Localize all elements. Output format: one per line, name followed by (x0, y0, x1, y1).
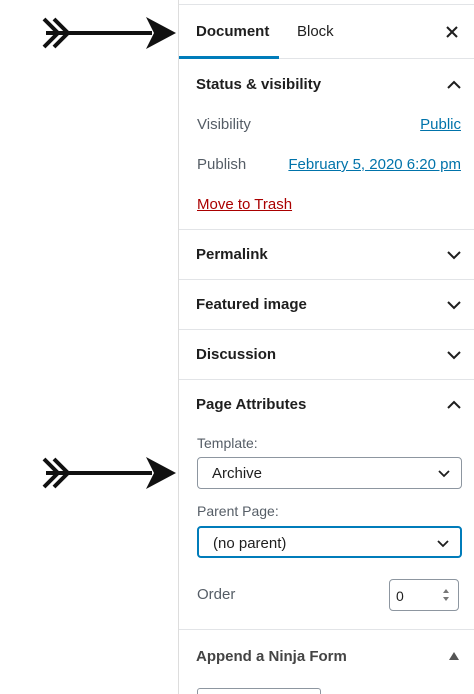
close-icon (446, 26, 458, 38)
panel-discussion[interactable]: Discussion (179, 330, 474, 380)
panel-ninja-form: Append a Ninja Form (179, 630, 474, 694)
order-label: Order (197, 586, 236, 603)
panel-status-visibility: Status & visibility Visibility Public Pu… (179, 59, 474, 230)
panel-title[interactable]: Featured image (196, 296, 307, 313)
panel-title[interactable]: Status & visibility (196, 76, 321, 93)
panel-title[interactable]: Discussion (196, 346, 276, 363)
publish-date-toggle[interactable]: February 5, 2020 6:20 pm (288, 156, 461, 173)
document-settings-sidebar: Document Block Status & visibility Visib… (178, 0, 474, 694)
visibility-toggle[interactable]: Public (420, 116, 461, 133)
order-input[interactable]: 0 (389, 579, 459, 611)
parent-page-label: Parent Page: (197, 503, 279, 519)
move-to-trash-link[interactable]: Move to Trash (197, 196, 292, 213)
chevron-down-icon[interactable] (446, 347, 462, 363)
arrow-right-icon (40, 13, 176, 53)
chevron-down-icon[interactable] (446, 247, 462, 263)
panel-page-attributes: Page Attributes Template: Archive Parent… (179, 380, 474, 630)
chevron-down-icon (436, 536, 450, 550)
arrow-right-icon (40, 453, 176, 493)
panel-title[interactable]: Permalink (196, 246, 268, 263)
panel-permalink[interactable]: Permalink (179, 230, 474, 280)
triangle-up-icon[interactable] (449, 652, 459, 660)
template-select-value: Archive (212, 465, 263, 482)
order-value: 0 (396, 588, 404, 604)
panel-title[interactable]: Append a Ninja Form (196, 648, 347, 665)
panel-featured-image[interactable]: Featured image (179, 280, 474, 330)
chevron-down-icon (437, 466, 451, 480)
ninja-form-button[interactable] (197, 688, 321, 694)
panel-title[interactable]: Page Attributes (196, 396, 306, 413)
template-select[interactable]: Archive (197, 457, 462, 489)
close-button[interactable] (441, 21, 463, 43)
chevron-down-icon[interactable] (446, 297, 462, 313)
parent-page-select[interactable]: (no parent) (197, 526, 462, 558)
template-label: Template: (197, 435, 258, 451)
chevron-up-icon[interactable] (446, 77, 462, 93)
tab-document[interactable]: Document (179, 5, 279, 59)
tab-block[interactable]: Block (297, 5, 334, 59)
publish-label: Publish (197, 156, 247, 173)
stepper-icon[interactable] (442, 588, 450, 602)
visibility-label: Visibility (197, 116, 251, 133)
parent-page-select-value: (no parent) (213, 535, 287, 552)
chevron-up-icon[interactable] (446, 397, 462, 413)
sidebar-tabs: Document Block (179, 5, 474, 59)
